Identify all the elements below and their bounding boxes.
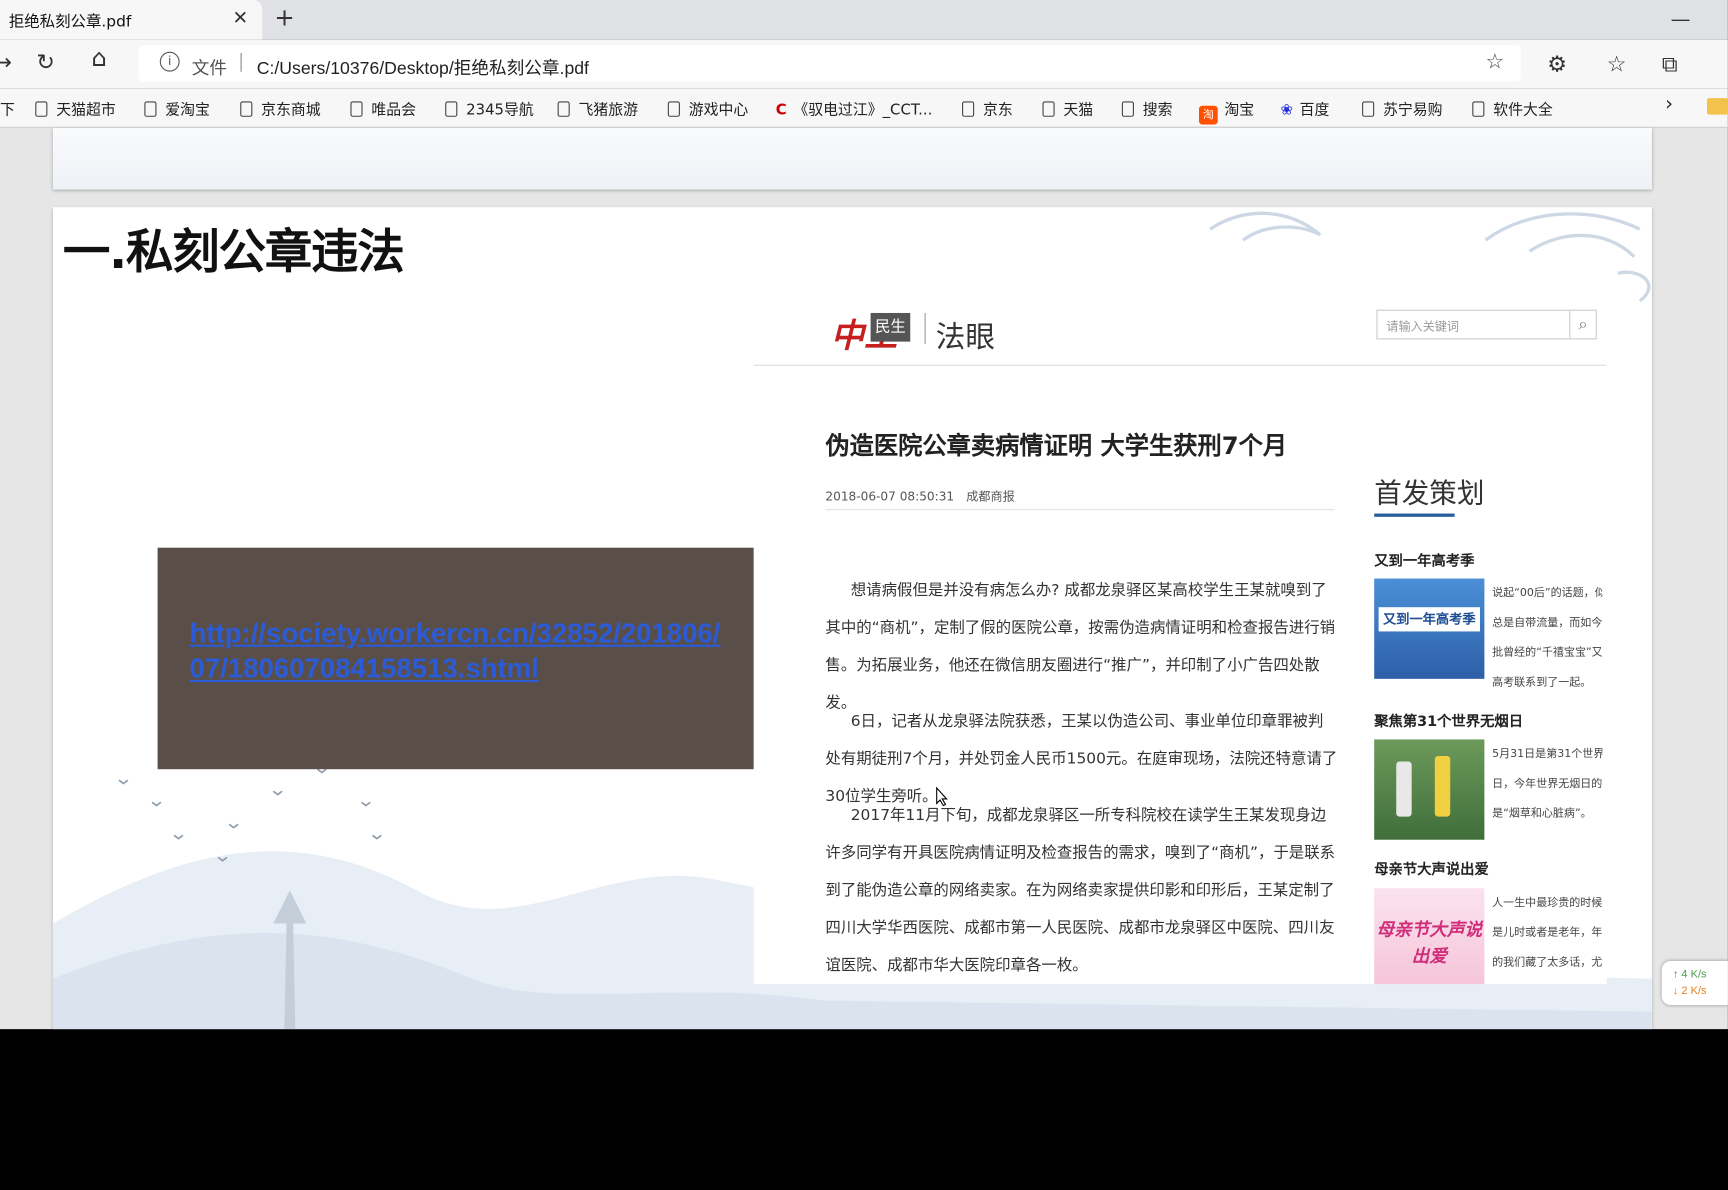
folder-icon[interactable] — [1706, 98, 1728, 115]
bookmark-item[interactable]: 淘淘宝 — [1198, 97, 1254, 125]
bookmark-item[interactable]: 京东 — [962, 97, 1013, 119]
page-icon — [350, 101, 363, 117]
address-url[interactable]: C:/Users/10376/Desktop/拒绝私刻公章.pdf — [257, 53, 589, 79]
bookmark-item[interactable]: 软件大全 — [1472, 97, 1553, 119]
workercn-logo: 中工 民生 — [831, 309, 911, 356]
article-screenshot: 中工 民生 法眼 请输入关键词 ⌕ 伪造医院公章卖病情证明 大学生获刑7个月 2… — [753, 304, 1607, 985]
bookmark-item[interactable]: 游戏中心 — [667, 97, 748, 119]
page-icon — [35, 101, 48, 117]
page-icon — [240, 101, 253, 117]
bookmark-item[interactable]: C 《驭电过江》_CCT... — [776, 97, 933, 119]
bookmark-item[interactable]: ❀ 百度 — [1281, 97, 1330, 119]
reload-icon[interactable]: ↻ — [36, 48, 54, 74]
collections-icon[interactable]: ⧉ — [1662, 51, 1678, 77]
page-icon — [144, 101, 157, 117]
search-icon: ⌕ — [1569, 310, 1595, 339]
page-icon — [962, 101, 975, 117]
sidebar-item-summary: 人一生中最珍贵的时候往往 是儿时或者是老年，年轻时 的我们藏了太多话，尤其是 — [1492, 897, 1603, 969]
address-scheme-label: 文件 — [191, 57, 228, 79]
back-icon[interactable]: → — [0, 48, 12, 74]
sidebar-item-title: 聚焦第31个世界无烟日 — [1374, 714, 1524, 731]
sidebar-item-summary: 5月31日是第31个世界无烟 日，今年世界无烟日的主题 是“烟草和心脏病”。 — [1492, 748, 1603, 820]
bookmark-item[interactable]: 唯品会 — [350, 97, 416, 119]
bookmark-item[interactable]: 天猫超市 — [35, 97, 116, 119]
sidebar-item-title: 又到一年高考季 — [1374, 553, 1475, 570]
sidebar-item-title: 母亲节大声说出爱 — [1374, 861, 1489, 879]
article-paragraph: 想请病假但是并没有病怎么办? 成都龙泉驿区某高校学生王某就嗅到了其中的“商机”，… — [825, 581, 1336, 712]
page-icon — [445, 101, 458, 117]
page-icon — [557, 101, 570, 117]
upload-speed: ↑ 4 K/s — [1672, 968, 1707, 981]
bookmark-item[interactable]: 京东商城 — [240, 97, 321, 119]
bookmark-item[interactable]: 苏宁易购 — [1362, 97, 1443, 119]
bookmark-cut[interactable]: 下 — [0, 97, 15, 119]
bookmark-item[interactable]: 天猫 — [1042, 97, 1093, 119]
mouse-cursor-icon — [936, 786, 948, 807]
sidebar-thumbnail — [1374, 739, 1485, 840]
tab-title: 拒绝私刻公章.pdf — [8, 13, 132, 31]
divider — [825, 509, 1335, 511]
article-meta: 2018-06-07 08:50:31 成都商报 — [825, 489, 1015, 504]
link-box: http://society.workercn.cn/32852/201806/… — [157, 547, 754, 770]
article-search: 请输入关键词 ⌕ — [1376, 309, 1597, 340]
add-favorite-icon[interactable]: ☆ — [1485, 50, 1504, 74]
bookmark-item[interactable]: 爱淘宝 — [144, 97, 210, 119]
info-icon[interactable]: i — [159, 51, 180, 72]
chevron-right-icon[interactable]: › — [1665, 93, 1673, 116]
section-name: 法眼 — [935, 320, 996, 355]
sidebar-thumbnail: 母亲节大声说出爱 — [1374, 888, 1485, 985]
divider — [753, 364, 1607, 366]
bookmark-item[interactable]: 搜索 — [1121, 97, 1173, 119]
logo-badge: 民生 — [870, 312, 911, 342]
article-paragraph: 2017年11月下旬，成都龙泉驿区一所专科院校在读学生王某发现身边许多同学有开具… — [825, 806, 1336, 975]
cctv-icon: C — [775, 101, 787, 120]
new-tab-icon[interactable]: + — [274, 4, 294, 32]
pdf-page: 一.私刻公章违法 http://society.workercn.cn/3285… — [52, 207, 1652, 1030]
page-icon — [1121, 101, 1134, 117]
favorites-icon[interactable]: ☆ — [1607, 51, 1627, 77]
letterbox-bar — [0, 1029, 1728, 1080]
taobao-icon: 淘 — [1198, 105, 1218, 125]
download-speed: ↓ 2 K/s — [1672, 985, 1707, 998]
thumbnail-caption: 又到一年高考季 — [1378, 607, 1480, 632]
bookmark-item[interactable]: 飞猪旅游 — [557, 97, 638, 119]
search-placeholder: 请输入关键词 — [1386, 319, 1460, 334]
tab-active[interactable]: 拒绝私刻公章.pdf ✕ — [0, 0, 263, 40]
source-link[interactable]: http://society.workercn.cn/32852/201806/… — [190, 616, 730, 687]
sidebar-item-summary: 说起“00后”的话题，似乎 总是自带流量，而如今，这 批曾经的“千禧宝宝”又将 … — [1492, 587, 1603, 689]
page-icon — [667, 101, 680, 117]
baidu-paw-icon: ❀ — [1280, 101, 1293, 120]
slide-title: 一.私刻公章违法 — [62, 224, 405, 280]
home-icon[interactable]: ⌂ — [91, 45, 106, 73]
bookmarks-bar: 下 天猫超市 爱淘宝 京东商城 唯品会 2345导航 飞猪旅游 游戏中心 C 《驭… — [0, 88, 1728, 128]
browser-window: 拒绝私刻公章.pdf ✕ + — → ↻ ⌂ i 文件 | C:/Users/1… — [0, 0, 1728, 1080]
minimize-icon[interactable]: — — [1671, 8, 1691, 31]
page-icon — [1362, 101, 1375, 117]
tab-close-icon[interactable]: ✕ — [233, 8, 249, 30]
logo-divider — [924, 312, 926, 344]
pdf-viewer[interactable]: 一.私刻公章违法 http://society.workercn.cn/3285… — [0, 127, 1728, 1030]
address-bar[interactable]: i 文件 | C:/Users/10376/Desktop/拒绝私刻公章.pdf… — [138, 45, 1521, 82]
sidebar-underline — [1374, 513, 1455, 517]
network-speed-widget: ↑ 4 K/s ↓ 2 K/s — [1661, 960, 1728, 1006]
page-icon — [1472, 101, 1485, 117]
pdf-page-prev — [52, 127, 1652, 190]
address-separator: | — [238, 50, 245, 73]
bookmark-item[interactable]: 2345导航 — [445, 97, 534, 119]
article-headline: 伪造医院公章卖病情证明 大学生获刑7个月 — [825, 433, 1288, 461]
sidebar-thumbnail: 又到一年高考季 — [1374, 578, 1485, 679]
sidebar-title: 首发策划 — [1374, 477, 1485, 510]
thumbnail-caption: 母亲节大声说出爱 — [1376, 919, 1483, 967]
extensions-icon[interactable]: ⚙ — [1547, 51, 1567, 77]
page-icon — [1042, 101, 1055, 117]
tab-strip: 拒绝私刻公章.pdf ✕ + — — [0, 0, 1728, 40]
